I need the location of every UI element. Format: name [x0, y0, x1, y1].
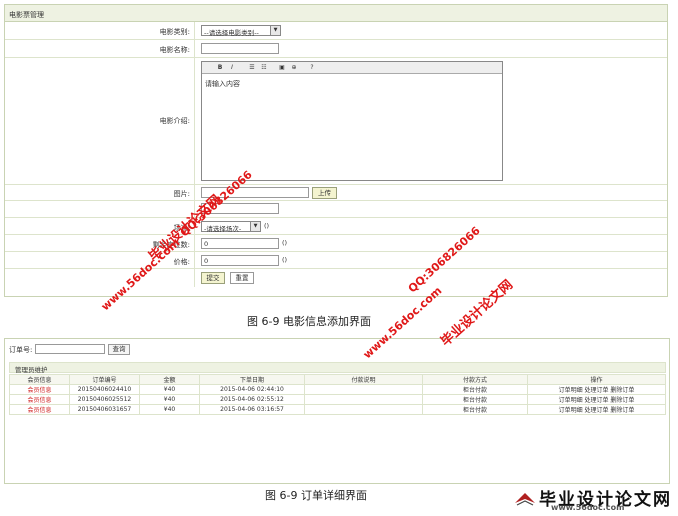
movie-form-panel: 电影票管理 电影类别: --请选择电影类别-- ▼ 电影名称: 电影介绍: B I…: [4, 4, 668, 297]
editor-toolbar: B I ☰ ☷ ▣ ⊕ ?: [202, 62, 502, 74]
panel-title: 电影票管理: [5, 5, 667, 22]
orders-table: 会员信息 订单编号 金额 下单日期 付款说明 付款方式 操作 会员信息 2015…: [9, 374, 666, 415]
table-header-row: 会员信息 订单编号 金额 下单日期 付款说明 付款方式 操作: [9, 374, 666, 385]
col-date: 下单日期: [199, 374, 305, 385]
order-date: 2015-04-06 03:16:57: [199, 404, 305, 415]
price-row: 价格: 0 (): [5, 252, 667, 269]
order-number: 20150406024410: [69, 384, 140, 395]
order-actions[interactable]: 订单明细 处理订单 删除订单: [527, 394, 666, 405]
price-input[interactable]: 0: [201, 255, 279, 266]
ordered-list-icon[interactable]: ☰: [248, 64, 256, 72]
figure-caption-1: 图 6-9 电影信息添加界面: [247, 315, 371, 328]
col-actions: 操作: [527, 374, 666, 385]
editor-content[interactable]: 请输入内容: [202, 74, 502, 94]
session-suffix: (): [264, 222, 270, 230]
brand-url: www.56doc.com: [551, 503, 625, 512]
italic-button[interactable]: I: [228, 64, 236, 72]
order-number: 20150406025512: [69, 394, 140, 405]
order-amount: ¥40: [139, 384, 200, 395]
section-title: 管理员维护: [9, 362, 666, 374]
order-search-label: 订单号:: [9, 346, 33, 354]
book-icon: [515, 493, 535, 506]
chevron-down-icon: ▼: [270, 26, 280, 35]
table-row: 会员信息 20150406025512 ¥40 2015-04-06 02:55…: [9, 394, 666, 405]
col-order-no: 订单编号: [69, 374, 140, 385]
name-label: 电影名称:: [5, 40, 195, 57]
price-suffix: (): [282, 256, 288, 264]
seats-row: 剩余座位数: 0 (): [5, 235, 667, 252]
session-row: 场次: -请选择场次- ▼ (): [5, 218, 667, 235]
order-number-input[interactable]: [35, 344, 105, 354]
order-actions[interactable]: 订单明细 处理订单 删除订单: [527, 404, 666, 415]
category-label: 电影类别:: [5, 22, 195, 39]
order-actions[interactable]: 订单明细 处理订单 删除订单: [527, 384, 666, 395]
col-member: 会员信息: [9, 374, 70, 385]
image-label: 图片:: [5, 185, 195, 200]
payment-method: 柜台付款: [422, 384, 528, 395]
order-amount: ¥40: [139, 404, 200, 415]
unordered-list-icon[interactable]: ☷: [260, 64, 268, 72]
brand-logo: 毕业设计论文网 www.56doc.com: [507, 483, 675, 513]
link-icon[interactable]: ⊕: [290, 64, 298, 72]
image-icon[interactable]: ▣: [278, 64, 286, 72]
intro-label: 电影介绍:: [5, 58, 195, 184]
member-link[interactable]: 会员信息: [9, 384, 70, 395]
orders-panel: 订单号: 查询 管理员维护 会员信息 订单编号 金额 下单日期 付款说明 付款方…: [4, 338, 670, 484]
col-note: 付款说明: [304, 374, 423, 385]
member-link[interactable]: 会员信息: [9, 394, 70, 405]
upload-button[interactable]: 上传: [312, 187, 337, 199]
name-row: 电影名称:: [5, 40, 667, 58]
col-payment: 付款方式: [422, 374, 528, 385]
search-button[interactable]: 查询: [108, 344, 130, 355]
order-number: 20150406031657: [69, 404, 140, 415]
member-link[interactable]: 会员信息: [9, 404, 70, 415]
order-note: [304, 404, 423, 415]
reset-button[interactable]: 重置: [230, 272, 254, 284]
order-note: [304, 394, 423, 405]
submit-button[interactable]: 提交: [201, 272, 225, 284]
category-row: 电影类别: --请选择电影类别-- ▼: [5, 22, 667, 40]
order-date: 2015-04-06 02:44:10: [199, 384, 305, 395]
col-amount: 金额: [139, 374, 200, 385]
table-row: 会员信息 20150406031657 ¥40 2015-04-06 03:16…: [9, 404, 666, 415]
order-date: 2015-04-06 02:55:12: [199, 394, 305, 405]
order-note: [304, 384, 423, 395]
movie-name-input[interactable]: [201, 43, 279, 54]
image-row: 图片: 上传: [5, 185, 667, 201]
rich-text-editor[interactable]: B I ☰ ☷ ▣ ⊕ ? 请输入内容: [201, 61, 503, 181]
help-icon[interactable]: ?: [308, 64, 316, 72]
table-row: 会员信息 20150406024410 ¥40 2015-04-06 02:44…: [9, 384, 666, 395]
seats-input[interactable]: 0: [201, 238, 279, 249]
bold-button[interactable]: B: [216, 64, 224, 72]
category-select[interactable]: --请选择电影类别-- ▼: [201, 25, 281, 37]
order-amount: ¥40: [139, 394, 200, 405]
session-select[interactable]: -请选择场次- ▼: [201, 221, 261, 233]
payment-method: 柜台付款: [422, 394, 528, 405]
figure-caption-2: 图 6-9 订单详细界面: [265, 489, 367, 502]
actions-row: 提交 重置: [5, 269, 667, 287]
intro-row: 电影介绍: B I ☰ ☷ ▣ ⊕ ? 请输入内容: [5, 58, 667, 185]
order-search: 订单号:: [9, 345, 32, 355]
seats-suffix: (): [282, 239, 288, 247]
blank-row: [5, 201, 667, 218]
chevron-down-icon: ▼: [250, 222, 260, 231]
payment-method: 柜台付款: [422, 404, 528, 415]
